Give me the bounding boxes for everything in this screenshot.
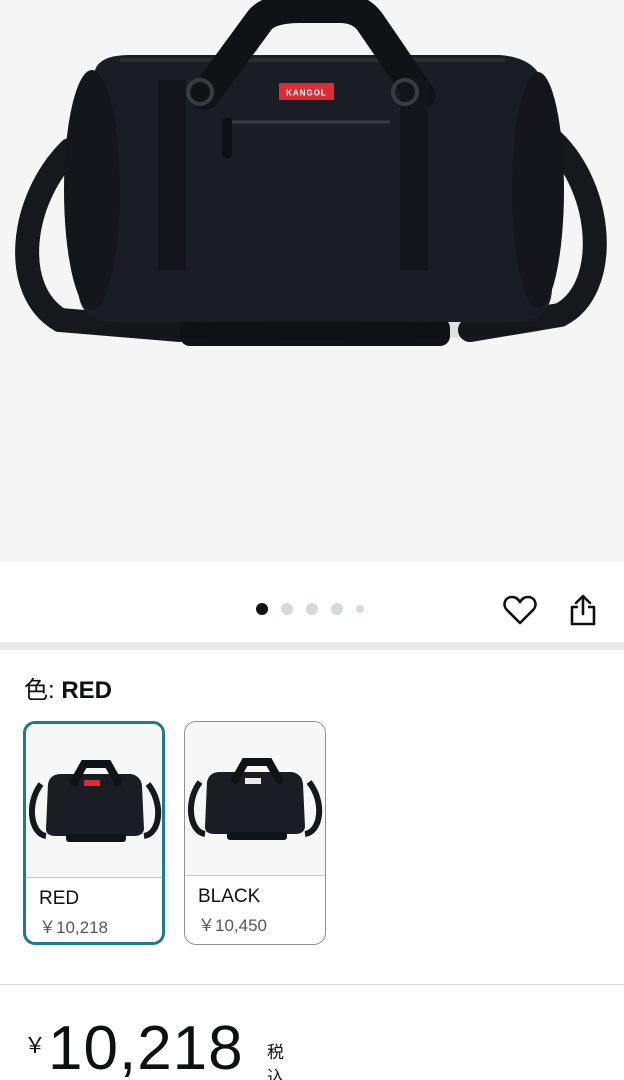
carousel-dot[interactable] <box>356 605 364 613</box>
carousel-dot[interactable] <box>281 603 293 615</box>
brand-label-text: KANGOL <box>286 89 327 98</box>
color-option-name: RED <box>39 888 80 909</box>
color-option-price: ￥10,218 <box>39 918 108 937</box>
swatch-divider <box>26 877 162 878</box>
carousel-dot[interactable] <box>256 603 268 615</box>
color-label-prefix: 色: <box>24 677 62 704</box>
color-option-red[interactable]: RED ￥10,218 <box>23 721 165 945</box>
color-option-black[interactable]: BLACK ￥10,450 <box>184 721 326 945</box>
wishlist-button[interactable] <box>498 588 542 632</box>
carousel-dot[interactable] <box>331 603 343 615</box>
carousel-dot[interactable] <box>306 603 318 615</box>
tax-included-note: 税込 <box>267 1043 284 1080</box>
product-image-carousel[interactable]: KANGOL <box>0 0 624 562</box>
share-icon <box>570 594 596 626</box>
price-amount: 10,218 <box>48 1014 244 1080</box>
share-button[interactable] <box>561 588 605 632</box>
swatch-divider <box>185 875 325 876</box>
carousel-controls <box>0 562 624 642</box>
color-label: 色: RED <box>24 677 112 705</box>
duffel-bag-image: KANGOL <box>15 0 607 346</box>
color-option-name: BLACK <box>198 886 261 907</box>
selected-color-value: RED <box>61 677 113 704</box>
heart-icon <box>503 595 537 625</box>
section-divider <box>0 642 624 650</box>
color-option-thumbnail <box>185 722 325 875</box>
color-option-thumbnail <box>26 724 162 877</box>
section-divider <box>0 984 624 985</box>
carousel-pagination[interactable] <box>256 602 377 616</box>
color-option-price: ￥10,450 <box>198 916 267 935</box>
currency-symbol: ￥ <box>24 1033 47 1058</box>
